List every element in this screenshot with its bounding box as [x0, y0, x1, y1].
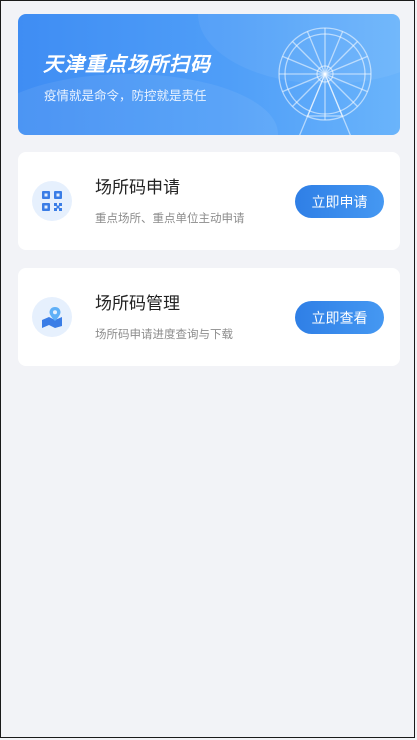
- card-venue-code-manage: 场所码管理 场所码申请进度查询与下载 立即查看: [18, 268, 400, 366]
- apply-now-button[interactable]: 立即申请: [295, 185, 384, 218]
- ferris-wheel-icon: [278, 27, 372, 135]
- app-screen: 天津重点场所扫码 疫情就是命令，防控就是责任 场所码申请 重点场所、重点单位主动…: [0, 0, 415, 738]
- banner-subtitle: 疫情就是命令，防控就是责任: [44, 88, 207, 103]
- card-title: 场所码申请: [95, 178, 180, 198]
- banner-decoration: [18, 74, 278, 135]
- card-venue-code-apply: 场所码申请 重点场所、重点单位主动申请 立即申请: [18, 152, 400, 250]
- view-now-button[interactable]: 立即查看: [295, 301, 384, 334]
- card-title: 场所码管理: [95, 294, 180, 314]
- banner-title: 天津重点场所扫码: [43, 52, 211, 76]
- map-location-icon: [32, 297, 72, 337]
- card-description: 场所码申请进度查询与下载: [95, 327, 233, 341]
- qr-code-icon: [32, 181, 72, 221]
- banner: 天津重点场所扫码 疫情就是命令，防控就是责任: [18, 14, 400, 135]
- card-description: 重点场所、重点单位主动申请: [95, 211, 245, 225]
